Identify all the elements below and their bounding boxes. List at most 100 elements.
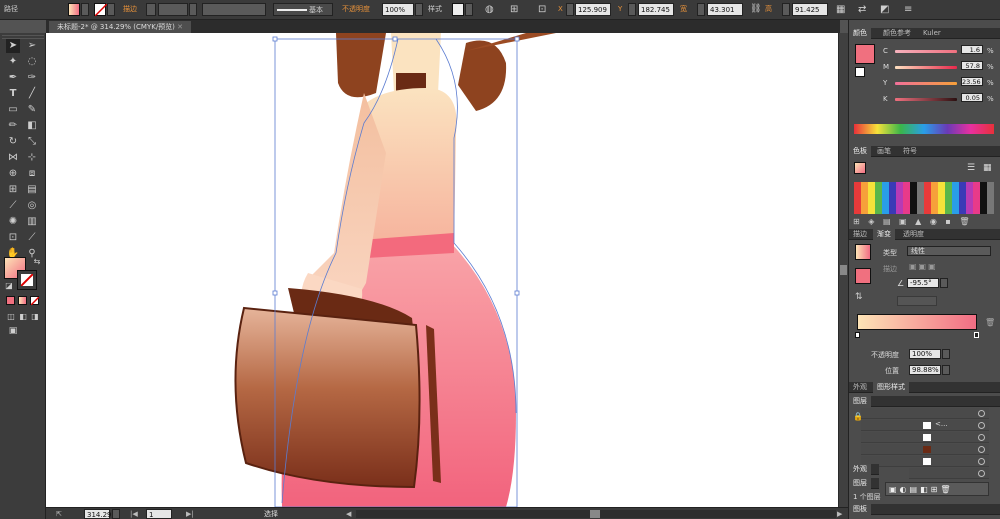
k-field[interactable]: 0.05: [961, 93, 983, 102]
eyedropper-icon[interactable]: ⟋: [6, 199, 20, 213]
gradient-location-dropdown[interactable]: [942, 365, 950, 375]
reference-point-icon[interactable]: ⊡: [538, 3, 546, 16]
eye-icon[interactable]: [978, 434, 985, 441]
swatch-current-fill[interactable]: [854, 162, 866, 174]
vertical-scroll-thumb[interactable]: [840, 265, 847, 275]
flip-icon[interactable]: ⇄: [858, 3, 866, 16]
y-slider[interactable]: [895, 82, 957, 85]
y-stepper[interactable]: [628, 3, 636, 16]
stroke-swatch[interactable]: [94, 3, 107, 16]
symbol-sprayer-icon[interactable]: ✺: [6, 215, 20, 229]
default-colors-icon[interactable]: ◪: [2, 279, 16, 293]
shape-builder-icon[interactable]: ⊕: [6, 167, 20, 181]
color-stroke-swatch[interactable]: [855, 67, 865, 77]
zoom-dropdown[interactable]: [112, 509, 120, 519]
opacity-field[interactable]: 100%: [382, 3, 414, 16]
tab-symbols[interactable]: 符号: [899, 146, 921, 157]
handle-top-mid[interactable]: [392, 36, 398, 42]
stroke-weight-field[interactable]: [158, 3, 188, 16]
column-graph-icon[interactable]: ▥: [25, 215, 39, 229]
height-field[interactable]: 91.425: [792, 3, 828, 16]
width-icon[interactable]: ⋈: [6, 151, 20, 165]
recolor-artwork-icon[interactable]: ◍: [485, 3, 494, 16]
type-icon[interactable]: T: [6, 87, 20, 101]
k-slider[interactable]: [895, 98, 957, 101]
reverse-gradient-icon[interactable]: ⇅: [855, 292, 863, 302]
gradient-stroke-thumbnail[interactable]: [855, 268, 871, 284]
layer-row[interactable]: [909, 468, 989, 479]
thumbnail-view-icon[interactable]: ▦: [983, 163, 992, 173]
paintbrush-icon[interactable]: ✎: [25, 103, 39, 117]
height-stepper[interactable]: [782, 3, 790, 16]
swap-icon[interactable]: ⇆: [30, 255, 44, 269]
last-artboard-icon[interactable]: ▶|: [186, 509, 194, 519]
zoom-field[interactable]: 314.29: [84, 509, 112, 519]
gradient-thumbnail[interactable]: [855, 244, 871, 260]
handle-mid-right[interactable]: [514, 290, 520, 296]
stroke-swatch-large[interactable]: [17, 270, 37, 290]
aspect-ratio-field[interactable]: [897, 296, 937, 306]
handle-mid-left[interactable]: [272, 290, 278, 296]
slice-icon[interactable]: ⟋: [25, 231, 39, 245]
pencil-icon[interactable]: ✏: [6, 119, 20, 133]
width-field[interactable]: 43.301: [707, 3, 743, 16]
color-fill-swatch[interactable]: [855, 44, 875, 64]
scroll-left-icon[interactable]: ◀: [346, 509, 351, 519]
gradient-stop-end[interactable]: [974, 332, 979, 338]
gradient-opacity-dropdown[interactable]: [942, 349, 950, 359]
none-mode-icon[interactable]: [30, 296, 39, 305]
artboard-field[interactable]: 1: [146, 509, 172, 519]
canvas-area[interactable]: [46, 33, 838, 507]
delete-stop-icon[interactable]: 🗑: [985, 318, 995, 327]
gradient-angle-dropdown[interactable]: [940, 278, 948, 288]
isolate-icon[interactable]: ◩: [880, 3, 889, 16]
handle-top-left[interactable]: [272, 36, 278, 42]
free-transform-icon[interactable]: ⊹: [25, 151, 39, 165]
graphic-style-dropdown[interactable]: [465, 3, 473, 16]
tab-layers-lower[interactable]: 图层: [849, 478, 871, 489]
eraser-icon[interactable]: ◧: [25, 119, 39, 133]
variable-width-profile[interactable]: [202, 3, 266, 16]
tab-stroke[interactable]: 描边: [849, 229, 871, 240]
close-icon[interactable]: ✕: [177, 23, 183, 31]
eye-icon[interactable]: [978, 446, 985, 453]
stroke-gradient-mode-icons[interactable]: ▣▣▣: [909, 262, 938, 271]
direct-selection-tool-icon[interactable]: ➢: [25, 39, 39, 53]
tab-brushes[interactable]: 画笔: [873, 146, 895, 157]
transform-icon[interactable]: ▦: [836, 3, 845, 16]
opacity-label[interactable]: 不透明度: [342, 3, 370, 16]
screen-mode-icon[interactable]: ▣: [6, 324, 20, 338]
scale-icon[interactable]: ⤡: [25, 135, 39, 149]
mesh-icon[interactable]: ⊞: [6, 183, 20, 197]
m-slider[interactable]: [895, 66, 957, 69]
opacity-dropdown[interactable]: [415, 3, 423, 16]
panel-menu-icon[interactable]: ≡: [904, 3, 912, 16]
tab-kuler[interactable]: Kuler: [919, 28, 945, 39]
horizontal-scroll-thumb[interactable]: [590, 510, 600, 518]
align-options-icon[interactable]: ⊞: [510, 3, 518, 16]
blend-icon[interactable]: ◎: [25, 199, 39, 213]
stroke-dropdown[interactable]: [107, 3, 115, 16]
layer-row[interactable]: <...: [861, 420, 989, 431]
pen-icon[interactable]: ✒: [6, 71, 20, 85]
m-field[interactable]: 57.8: [961, 61, 983, 70]
constrain-proportions-icon[interactable]: ⛓: [750, 3, 761, 16]
color-spectrum[interactable]: [854, 124, 994, 134]
magic-wand-icon[interactable]: ✦: [6, 55, 20, 69]
layer-row[interactable]: [861, 408, 989, 419]
eye-icon[interactable]: [978, 458, 985, 465]
lasso-icon[interactable]: ◌: [25, 55, 39, 69]
x-field[interactable]: 125.909: [575, 3, 611, 16]
layer-row[interactable]: [861, 456, 989, 467]
rotate-icon[interactable]: ↻: [6, 135, 20, 149]
layer-row[interactable]: [861, 444, 989, 455]
tab-color-guide[interactable]: 颜色参考: [879, 28, 915, 39]
gradient-slider-bar[interactable]: [857, 314, 977, 330]
swatch-grid[interactable]: [854, 182, 994, 214]
handle-top-right[interactable]: [514, 36, 520, 42]
brush-definition-select[interactable]: 基本: [273, 3, 333, 16]
list-view-icon[interactable]: ☰: [967, 163, 975, 173]
tab-appearance[interactable]: 外观: [849, 382, 871, 393]
graphic-style-swatch[interactable]: [452, 3, 464, 16]
c-field[interactable]: 1.6: [961, 45, 983, 54]
